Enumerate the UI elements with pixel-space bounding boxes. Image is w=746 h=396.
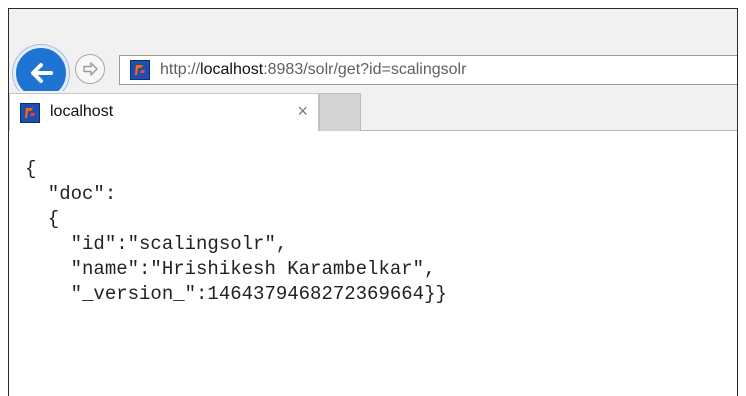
json-line: "_version_":1464379468272369664}} [25,283,447,305]
browser-window: http://localhost:8983/solr/get?id=scalin… [8,8,738,396]
tab-bar: localhost × [9,91,737,131]
address-bar[interactable]: http://localhost:8983/solr/get?id=scalin… [119,55,737,85]
site-favicon-icon [130,60,150,80]
json-line: "id":"scalingsolr", [25,233,288,255]
url-path: :8983/solr/get?id=scalingsolr [263,61,467,78]
new-tab-button[interactable] [319,93,361,131]
forward-button[interactable] [75,54,105,84]
forward-arrow-icon [83,62,98,76]
back-arrow-icon [31,63,53,83]
address-url: http://localhost:8983/solr/get?id=scalin… [160,61,466,79]
json-line: { [25,208,60,230]
json-line: "name":"Hrishikesh Karambelkar", [25,258,436,280]
browser-chrome: http://localhost:8983/solr/get?id=scalin… [9,9,737,131]
url-host: localhost [200,61,264,78]
json-line: { [25,158,37,180]
url-scheme: http:// [160,61,201,78]
close-icon[interactable]: × [297,102,308,120]
json-response: { "doc": { "id":"scalingsolr", "name":"H… [25,157,447,307]
tab-localhost[interactable]: localhost × [9,93,319,131]
tab-title: localhost [50,103,114,120]
tab-favicon-icon [20,103,40,123]
json-line: "doc": [25,183,117,205]
